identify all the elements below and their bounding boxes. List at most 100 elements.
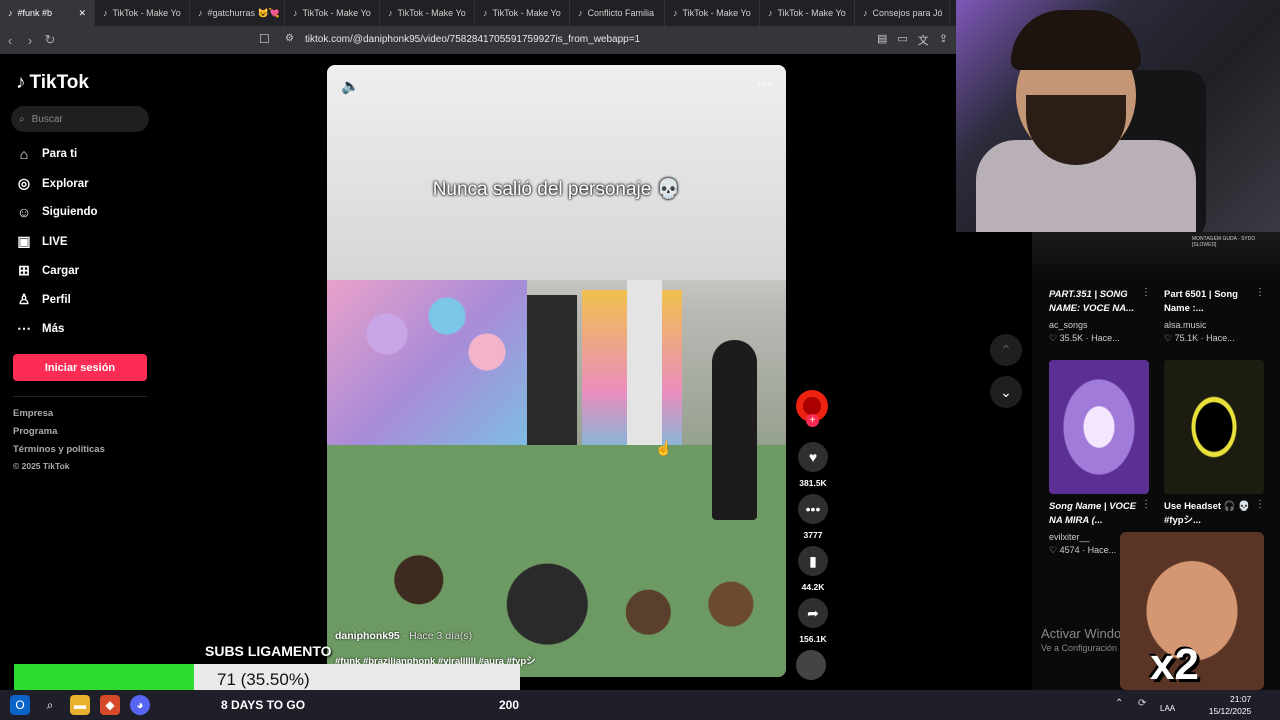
profile-icon: ♙ [17, 291, 31, 307]
sidebar-item-mas[interactable]: ⋯ Más [16, 320, 64, 337]
sidebar-item-cargar[interactable]: ⊞ Cargar [16, 262, 79, 279]
more-options-icon[interactable]: ⋮ [1141, 287, 1151, 298]
sync-icon[interactable]: ⟳ [1138, 698, 1146, 709]
save-button[interactable]: ▮ 44.2K [796, 546, 830, 592]
login-button[interactable]: Iniciar sesión [13, 354, 147, 381]
next-video-button[interactable]: ⌄ [990, 376, 1022, 408]
browser-tab[interactable]: ♪ TikTok - Make Yo [95, 0, 190, 26]
search-icon[interactable]: ⌕ [40, 695, 60, 715]
tab-label: Consejos para Jó [872, 8, 943, 18]
browser-tab[interactable]: ♪ Consejos para Jó [855, 0, 950, 26]
logo-text: TikTok [29, 72, 89, 93]
chevron-down-icon: ⌄ [1000, 383, 1012, 400]
back-icon[interactable]: ‹ [0, 33, 20, 48]
tab-label: TikTok - Make Yo [112, 8, 181, 18]
rec-user[interactable]: alsa.music [1164, 320, 1207, 330]
forward-icon[interactable]: › [20, 33, 40, 48]
mouse-cursor-icon: ☝ [655, 440, 673, 456]
browser-tab[interactable]: ♪ TikTok - Make Yo [285, 0, 380, 26]
sidebar-item-para-ti[interactable]: ⌂ Para ti [16, 146, 77, 162]
bookmark-icon[interactable]: ☐ [259, 32, 270, 46]
search-input[interactable]: ⌕ Buscar [11, 106, 149, 132]
rec-title[interactable]: Song Name | VOCE NA MIRA (... [1049, 500, 1144, 528]
more-icon: ⋯ [17, 320, 31, 336]
sidebar-item-siguiendo[interactable]: ☺ Siguiendo [16, 204, 98, 220]
comment-icon: ••• [798, 494, 828, 524]
sidebar-item-explorar[interactable]: ◎ Explorar [16, 175, 89, 192]
like-button[interactable]: ♥ 381.5K [796, 442, 830, 488]
copyright: © 2025 TikTok [13, 461, 70, 471]
reload-icon[interactable]: ↻ [40, 32, 60, 48]
outlook-icon[interactable]: O [10, 695, 30, 715]
clock-time: 21:07 [1230, 694, 1252, 704]
sidebar: ♪ TikTok ⌕ Buscar ⌂ Para ti ◎ Explorar ☺ Si… [0, 54, 160, 694]
rec-stats: ♡ 35.5K · Hace... [1049, 333, 1120, 343]
system-clock[interactable]: 21:07 15/12/2025 [1209, 693, 1252, 717]
browser-tab[interactable]: ♪ #gatchurras 😺💘 [190, 0, 285, 26]
close-icon[interactable]: ✕ [78, 8, 86, 19]
video-player[interactable]: 🔈 ⋯ Nunca salió del personaje 💀 daniphon… [327, 65, 786, 677]
author-name[interactable]: daniphonk95 [335, 630, 400, 642]
browser-tab[interactable]: ♪ TikTok - Make Yo [380, 0, 475, 26]
url-field[interactable]: tiktok.com/@daniphonk95/video/7582841705… [305, 34, 640, 45]
rec-title[interactable]: Use Headset 🎧 💀 #fypシ... [1164, 500, 1259, 528]
more-options-icon[interactable]: ⋮ [1255, 287, 1265, 298]
tab-label: Conflicto Familia [587, 8, 655, 18]
site-info-icon[interactable]: ⚙ [285, 33, 294, 44]
browser-tab[interactable]: ♪ Conflicto Familia [570, 0, 665, 26]
rec-thumbnail[interactable]: MONTAGEM GUDA - SYDO [SLOWED] [1032, 232, 1280, 282]
more-options-icon[interactable]: ⋯ [757, 75, 772, 93]
more-options-icon[interactable]: ⋮ [1255, 499, 1265, 510]
browser-tab[interactable]: ♪ TikTok - Make Yo [665, 0, 760, 26]
browser-tab-bar: ♪ #funk #b ✕ ♪ TikTok - Make Yo ♪ #gatchur… [0, 0, 956, 26]
video-author[interactable]: daniphonk95 · Hace 3 día(s) [335, 630, 472, 642]
rec-user[interactable]: ac_songs [1049, 320, 1088, 330]
video-scene-door [527, 295, 577, 455]
rec-title[interactable]: Part 6501 | Song Name :... [1164, 288, 1259, 316]
screen-icon[interactable]: ▭ [897, 32, 907, 48]
tray-chevron-icon[interactable]: ⌃ [1115, 698, 1123, 709]
sidebar-item-perfil[interactable]: ♙ Perfil [16, 291, 71, 308]
rec-user[interactable]: evilxiter__ [1049, 532, 1090, 542]
video-caption-overlay: Nunca salió del personaje 💀 [432, 179, 681, 200]
divider [13, 396, 147, 397]
browser-tab[interactable]: ♪ TikTok - Make Yo [475, 0, 570, 26]
volume-icon[interactable]: 🔈 [341, 77, 360, 95]
reader-icon[interactable]: ▤ [877, 32, 887, 48]
share-arrow-icon: ➦ [798, 598, 828, 628]
rec-title[interactable]: PART.351 | SONG NAME: VOCE NA... [1049, 288, 1144, 316]
footer-link-programa[interactable]: Programa [13, 426, 57, 437]
discord-icon[interactable]: ◕ [130, 695, 150, 715]
comment-button[interactable]: ••• 3777 [796, 494, 830, 540]
footer-link-empresa[interactable]: Empresa [13, 408, 53, 419]
footer-link-terminos[interactable]: Términos y políticas [13, 444, 105, 455]
rec-thumbnail[interactable] [1164, 360, 1264, 494]
brave-icon[interactable]: ◆ [100, 695, 120, 715]
previous-video-button[interactable]: ⌃ [990, 334, 1022, 366]
compass-icon: ◎ [17, 175, 31, 191]
follow-plus-icon[interactable]: + [806, 414, 819, 427]
subs-goal-label: SUBS LIGAMENTO [205, 643, 332, 659]
share-icon[interactable]: ⇪ [939, 32, 948, 48]
tiktok-icon: ♪ [673, 8, 678, 18]
browser-tab[interactable]: ♪ TikTok - Make Yo [760, 0, 855, 26]
post-date: · Hace 3 día(s) [402, 630, 473, 642]
rec-likes: 4574 [1059, 545, 1080, 555]
tab-label: #gatchurras 😺💘 [207, 7, 280, 18]
live-icon: ▣ [17, 233, 31, 249]
save-count: 44.2K [801, 582, 825, 592]
sidebar-item-live[interactable]: ▣ LIVE [16, 233, 67, 250]
tab-label: TikTok - Make Yo [777, 8, 846, 18]
folder-icon[interactable]: ▬ [70, 695, 90, 715]
more-options-icon[interactable]: ⋮ [1141, 499, 1151, 510]
like-count: 381.5K [799, 478, 827, 488]
translate-icon[interactable]: 文 [918, 32, 929, 48]
activation-watermark: Activar Window [1041, 626, 1131, 641]
rec-thumbnail[interactable] [1049, 360, 1149, 494]
tiktok-logo[interactable]: ♪ TikTok [16, 72, 89, 94]
browser-tab-active[interactable]: ♪ #funk #b ✕ [0, 0, 95, 26]
music-disc-icon[interactable] [796, 650, 826, 680]
language-indicator[interactable]: LAA [1160, 704, 1175, 713]
tiktok-logo-icon: ♪ [16, 72, 26, 93]
share-button[interactable]: ➦ 156.1K [796, 598, 830, 644]
